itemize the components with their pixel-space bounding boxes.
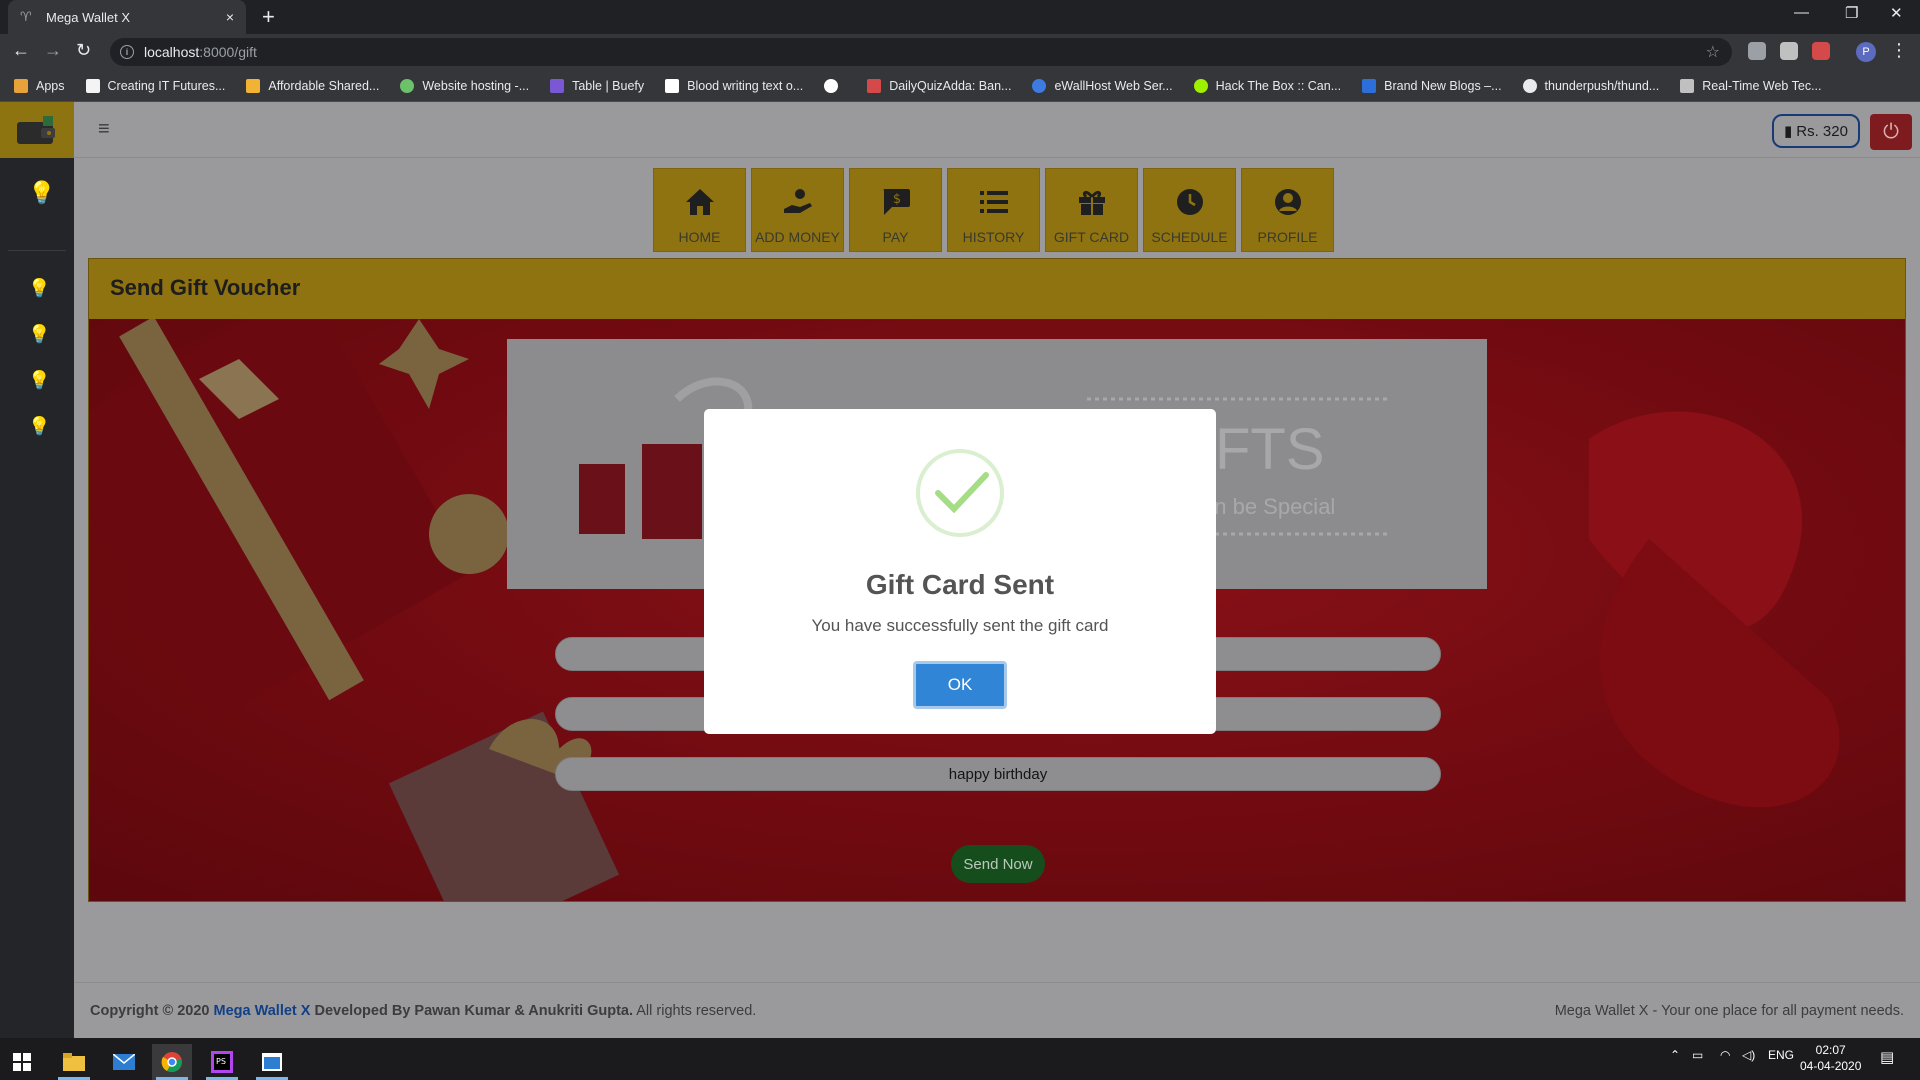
bookmark-item[interactable]: eWallHost Web Ser... bbox=[1032, 78, 1173, 93]
new-tab-button[interactable]: + bbox=[262, 5, 275, 29]
bookmark-item[interactable]: Real-Time Web Tec... bbox=[1680, 78, 1822, 93]
windows-start-icon[interactable] bbox=[2, 1044, 42, 1080]
language-indicator[interactable]: ENG bbox=[1768, 1048, 1794, 1062]
bookmark-favicon-icon bbox=[550, 78, 565, 93]
bookmark-item[interactable]: thunderpush/thund... bbox=[1522, 78, 1659, 93]
windows-taskbar: PS ⌃ ▭ ◠ ◁) ENG 02:07 04-04-2020 ▤ bbox=[0, 1038, 1920, 1080]
bookmark-favicon-icon bbox=[1193, 78, 1208, 93]
bookmark-item[interactable]: Blood writing text o... bbox=[665, 78, 803, 93]
bookmark-item[interactable]: Affordable Shared... bbox=[246, 78, 379, 93]
mail-icon[interactable] bbox=[104, 1044, 144, 1080]
apps-grid-icon bbox=[14, 78, 28, 93]
profile-avatar[interactable]: P bbox=[1856, 42, 1876, 62]
extension-red-icon[interactable] bbox=[1812, 42, 1830, 60]
system-clock[interactable]: 02:07 04-04-2020 bbox=[1800, 1042, 1861, 1074]
vue-devtools-icon[interactable] bbox=[1780, 42, 1798, 60]
bookmark-item[interactable]: Hack The Box :: Can... bbox=[1193, 78, 1341, 93]
volume-icon[interactable]: ◁) bbox=[1742, 1048, 1755, 1062]
url-path: :8000/gift bbox=[199, 44, 257, 60]
browser-menu-icon[interactable]: ⋮ bbox=[1890, 40, 1908, 61]
bookmark-favicon-icon bbox=[246, 78, 261, 93]
address-bar[interactable]: i localhost :8000/gift ☆ bbox=[110, 38, 1732, 66]
reload-icon[interactable]: ↻ bbox=[76, 40, 91, 61]
ok-button[interactable]: OK bbox=[913, 661, 1007, 709]
bookmark-favicon-icon bbox=[400, 78, 415, 93]
browser-tab[interactable]: ♈ Mega Wallet X × bbox=[8, 0, 246, 34]
info-icon[interactable]: i bbox=[120, 45, 134, 59]
close-window-icon[interactable]: ✕ bbox=[1890, 4, 1903, 22]
bookmark-favicon-icon bbox=[85, 78, 100, 93]
bookmark-item[interactable]: Creating IT Futures... bbox=[85, 78, 225, 93]
bookmark-item[interactable]: Table | Buefy bbox=[550, 78, 644, 93]
bookmarks-bar: Apps Creating IT Futures... Affordable S… bbox=[0, 70, 1920, 102]
bookmark-favicon-icon bbox=[1680, 78, 1695, 93]
minimize-icon[interactable]: — bbox=[1794, 4, 1809, 21]
wifi-icon[interactable]: ◠ bbox=[1720, 1048, 1730, 1062]
dialog-title: Gift Card Sent bbox=[865, 569, 1055, 600]
success-dialog: Gift Card Sent You have successfully sen… bbox=[704, 409, 1216, 734]
bookmark-star-icon[interactable]: ☆ bbox=[1706, 42, 1720, 62]
success-check-icon bbox=[916, 449, 1004, 537]
browser-tab-bar: ♈ Mega Wallet X × + — ❐ ✕ bbox=[0, 0, 1920, 34]
bookmark-favicon-icon bbox=[1032, 78, 1047, 93]
tab-title: Mega Wallet X bbox=[46, 9, 131, 25]
forward-arrow-icon[interactable]: → bbox=[44, 40, 62, 61]
bookmark-favicon-icon bbox=[867, 78, 882, 93]
clock-time: 02:07 bbox=[1815, 1043, 1846, 1057]
battery-icon[interactable]: ▭ bbox=[1692, 1048, 1703, 1062]
dialog-message: You have successfully sent the gift card bbox=[811, 616, 1109, 635]
clock-date: 04-04-2020 bbox=[1800, 1059, 1862, 1073]
bookmark-item[interactable]: DailyQuizAdda: Ban... bbox=[867, 78, 1011, 93]
extension-icon[interactable] bbox=[1748, 42, 1766, 60]
bookmark-favicon-icon bbox=[665, 78, 680, 93]
chrome-icon[interactable] bbox=[152, 1044, 192, 1080]
notification-center-icon[interactable]: ▤ bbox=[1880, 1048, 1894, 1066]
back-arrow-icon[interactable]: ← bbox=[12, 40, 30, 61]
app-window-icon[interactable] bbox=[252, 1044, 292, 1080]
bookmark-item[interactable]: Website hosting -... bbox=[400, 78, 529, 93]
bookmark-item[interactable]: Apps bbox=[14, 78, 65, 93]
file-explorer-icon[interactable] bbox=[54, 1044, 94, 1080]
github-icon bbox=[1522, 78, 1537, 93]
bookmark-favicon-icon bbox=[1362, 78, 1377, 93]
svg-text:PS: PS bbox=[216, 1057, 226, 1066]
bookmark-favicon-icon bbox=[824, 78, 839, 93]
site-favicon-icon: ♈ bbox=[20, 9, 32, 24]
tab-close-icon[interactable]: × bbox=[226, 9, 234, 25]
phpstorm-icon[interactable]: PS bbox=[202, 1044, 242, 1080]
bookmark-item[interactable]: Brand New Blogs –... bbox=[1362, 78, 1502, 93]
browser-toolbar: ← → ↻ i localhost :8000/gift ☆ bbox=[0, 34, 1920, 70]
bookmark-item[interactable] bbox=[824, 78, 846, 93]
tray-chevron-icon[interactable]: ⌃ bbox=[1670, 1048, 1680, 1062]
restore-icon[interactable]: ❐ bbox=[1845, 4, 1858, 22]
modal-overlay: Gift Card Sent You have successfully sen… bbox=[0, 102, 1920, 1038]
url-host: localhost bbox=[144, 44, 200, 60]
